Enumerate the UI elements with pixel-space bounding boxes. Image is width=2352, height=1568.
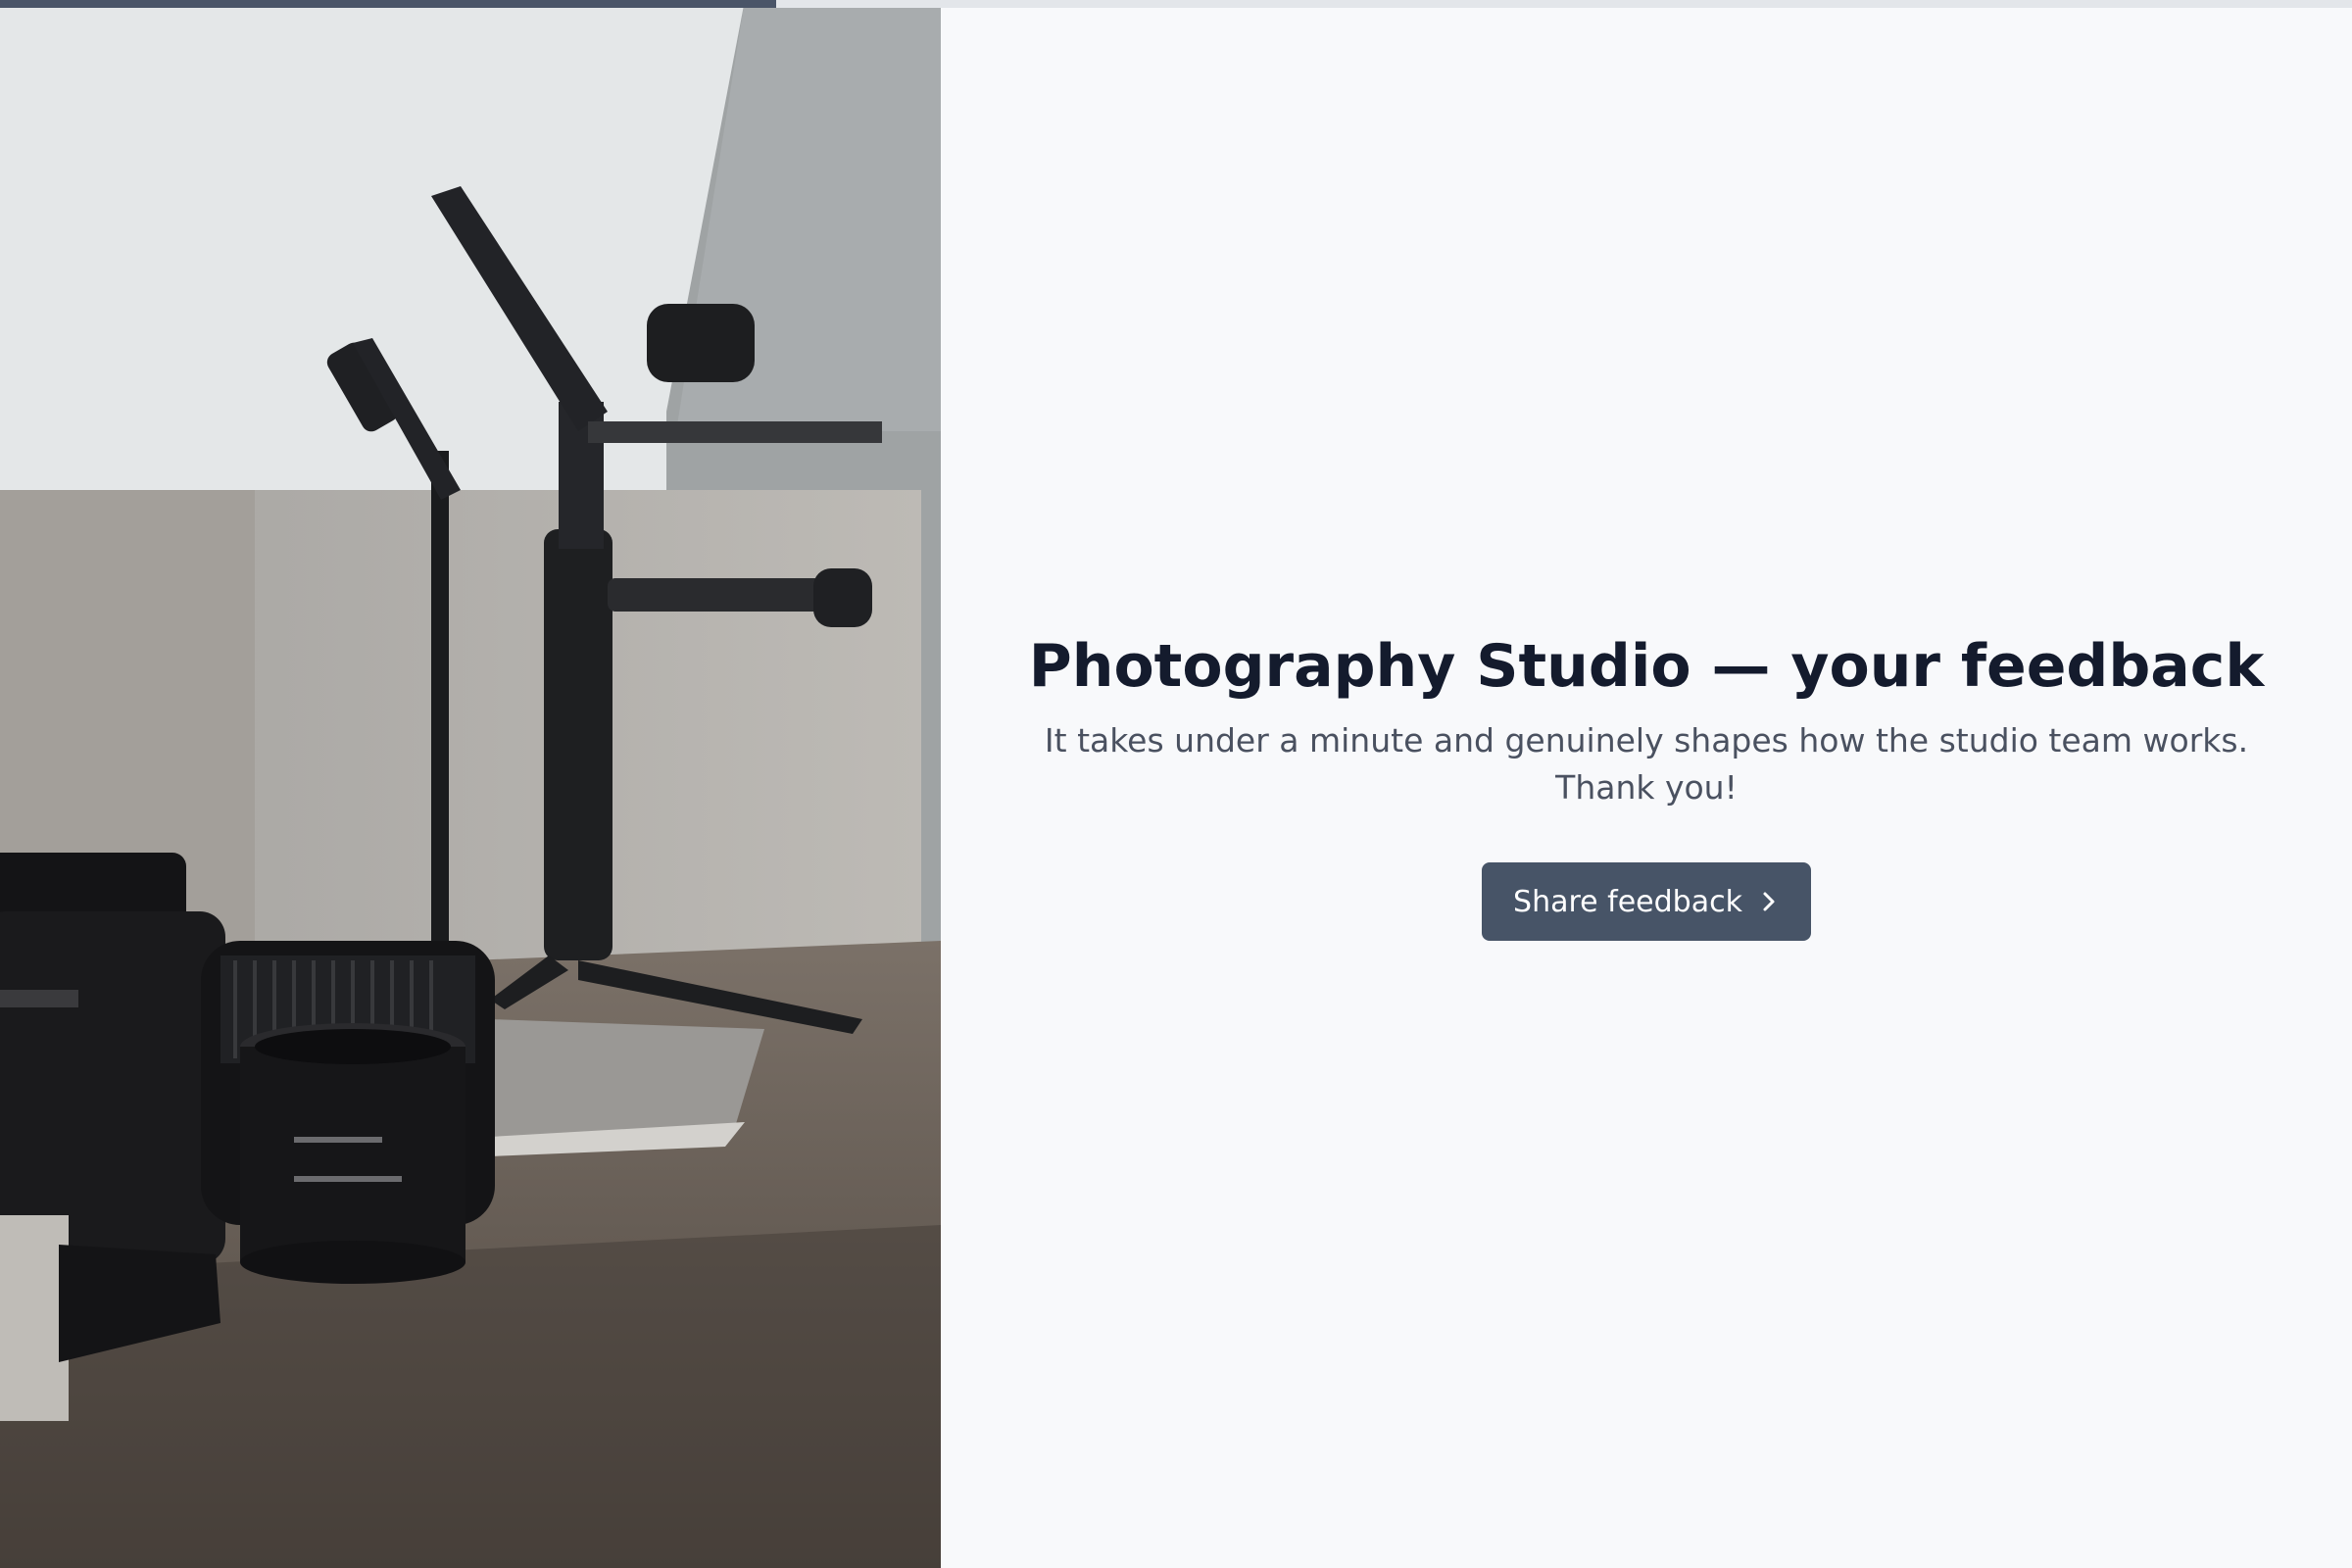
survey-intro: Photography Studio — your feedback It ta… [941,627,2352,941]
page-title: Photography Studio — your feedback [1028,632,2265,701]
progress-bar-fill [0,0,776,8]
page-subtitle: It takes under a minute and genuinely sh… [1044,721,2249,807]
chevron-right-icon [1760,890,1778,913]
share-feedback-label: Share feedback [1513,884,1742,919]
share-feedback-button[interactable]: Share feedback [1482,862,1811,941]
content-panel: Photography Studio — your feedback It ta… [941,0,2352,1568]
progress-bar [0,0,2352,8]
hero-photo [0,0,941,1568]
